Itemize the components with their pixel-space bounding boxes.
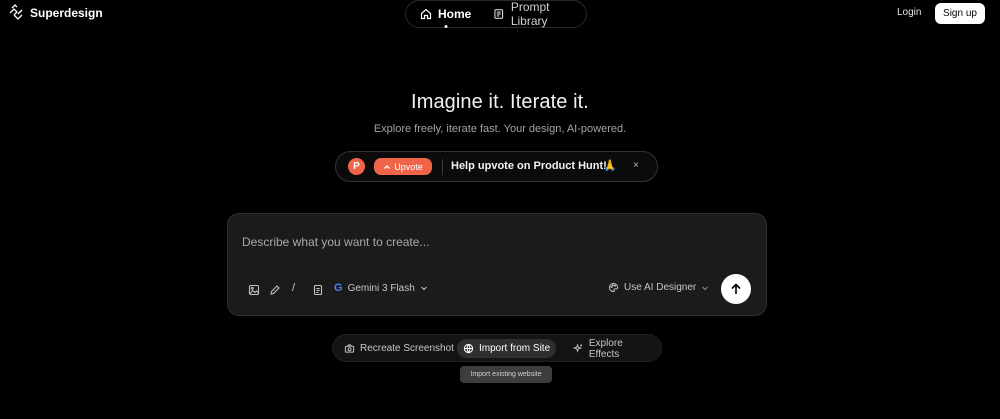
designer-label: Use AI Designer [624, 282, 697, 293]
image-upload-button[interactable] [247, 283, 261, 297]
ai-designer-selector[interactable]: Use AI Designer [608, 282, 709, 293]
model-selector[interactable]: G Gemini 3 Flash [334, 282, 428, 294]
close-icon[interactable]: × [633, 160, 639, 171]
login-link[interactable]: Login [897, 7, 921, 18]
explore-effects-button[interactable]: Explore Effects [567, 337, 661, 360]
camera-icon [344, 344, 355, 353]
pencil-icon [270, 285, 280, 295]
nav-item-prompt-library[interactable]: Prompt Library [493, 0, 586, 28]
chip-label: Recreate Screenshot [360, 343, 454, 354]
divider [442, 159, 443, 175]
superdesign-logo-icon [9, 4, 23, 20]
chevron-down-icon [420, 286, 427, 291]
palette-icon [608, 282, 619, 293]
chevron-down-icon [702, 286, 709, 290]
upvote-label: Upvote [394, 161, 423, 172]
document-icon [313, 284, 323, 296]
nav-item-home[interactable]: Home [420, 7, 472, 28]
active-indicator [444, 25, 448, 28]
chip-label: Import from Site [479, 343, 551, 354]
upvote-button[interactable]: Upvote [374, 158, 432, 175]
import-from-site-button[interactable]: Import from Site [457, 339, 557, 358]
main-nav: Home Prompt Library [405, 0, 587, 28]
book-icon [494, 9, 504, 19]
quick-actions: Recreate Screenshot Import from Site Exp… [332, 334, 662, 362]
producthunt-logo-icon: P [348, 158, 365, 175]
producthunt-banner: P Upvote Help upvote on Product Hunt! 🙏 … [335, 151, 658, 182]
image-icon [248, 284, 260, 296]
send-button[interactable] [721, 274, 751, 304]
tooltip: Import existing website [460, 366, 552, 383]
home-icon [420, 8, 432, 20]
brand-name: Superdesign [30, 6, 103, 20]
google-icon: G [334, 282, 343, 294]
page-subtitle: Explore freely, iterate fast. Your desig… [373, 123, 627, 135]
arrow-up-icon [731, 283, 741, 294]
nav-item-label: Home [438, 7, 472, 21]
draw-button[interactable] [268, 283, 282, 297]
pray-emoji-icon: 🙏 [603, 160, 617, 172]
brand-logo[interactable]: Superdesign [8, 4, 103, 22]
slash-command-button[interactable]: / [292, 282, 295, 294]
nav-item-label: Prompt Library [510, 0, 550, 28]
chevron-up-icon [384, 164, 391, 169]
document-button[interactable] [311, 283, 325, 297]
chip-label: Explore Effects [588, 337, 623, 360]
banner-message: Help upvote on Product Hunt! [451, 160, 607, 172]
prompt-input[interactable] [242, 234, 682, 250]
model-label: Gemini 3 Flash [347, 282, 415, 294]
globe-icon [463, 343, 474, 354]
signup-button[interactable]: Sign up [935, 3, 985, 24]
sparkle-icon [573, 343, 583, 353]
recreate-screenshot-button[interactable]: Recreate Screenshot [338, 339, 460, 358]
prompt-box: / G Gemini 3 Flash Use AI Designer [227, 213, 767, 316]
page-title: Imagine it. Iterate it. [411, 91, 589, 113]
